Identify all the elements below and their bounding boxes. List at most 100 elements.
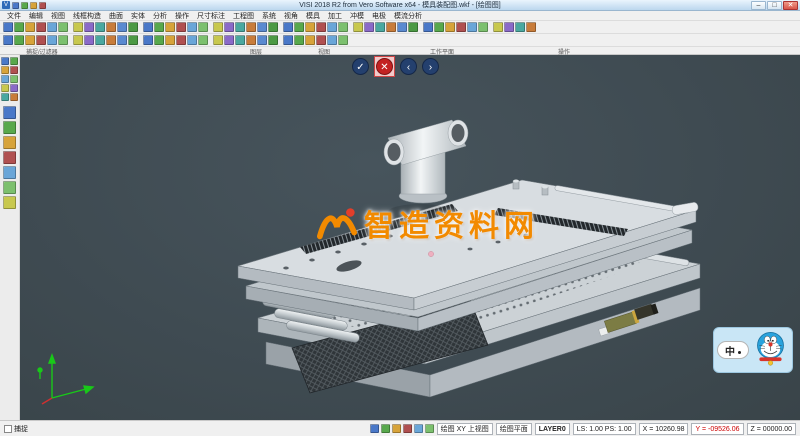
point-snap-icon[interactable] bbox=[381, 424, 390, 433]
menu-item-5[interactable]: 实体 bbox=[127, 11, 149, 21]
menu-item-15[interactable]: 电极 bbox=[368, 11, 390, 21]
move-icon[interactable] bbox=[316, 22, 326, 32]
point-tool-icon[interactable] bbox=[3, 106, 16, 119]
paste-icon[interactable] bbox=[106, 22, 116, 32]
surface-extrude-icon[interactable] bbox=[364, 22, 374, 32]
zoom-window-icon[interactable] bbox=[10, 57, 18, 65]
prev-button[interactable]: ‹ bbox=[400, 58, 417, 75]
polar-icon[interactable] bbox=[403, 424, 412, 433]
menu-item-10[interactable]: 系统 bbox=[258, 11, 280, 21]
view-right-icon[interactable] bbox=[95, 35, 105, 45]
arc-icon[interactable] bbox=[176, 22, 186, 32]
surface-sweep-icon[interactable] bbox=[386, 22, 396, 32]
plot-icon[interactable] bbox=[47, 22, 57, 32]
solid-tool-icon[interactable] bbox=[3, 181, 16, 194]
wireframe-icon[interactable] bbox=[128, 35, 138, 45]
solid-box-icon[interactable] bbox=[408, 22, 418, 32]
circle-tool-icon[interactable] bbox=[3, 136, 16, 149]
center-snap-icon[interactable] bbox=[268, 35, 278, 45]
draft-icon[interactable] bbox=[478, 22, 488, 32]
active-view-field[interactable]: 绘图 XY 上视图 bbox=[437, 423, 493, 435]
zoom-window-icon[interactable] bbox=[25, 35, 35, 45]
maximize-button[interactable]: □ bbox=[767, 1, 782, 10]
measure-tool-icon[interactable] bbox=[3, 196, 16, 209]
redo-icon[interactable] bbox=[30, 2, 37, 9]
select-all-icon[interactable] bbox=[128, 22, 138, 32]
filter-edges-icon[interactable] bbox=[305, 35, 315, 45]
hide-icon[interactable] bbox=[10, 93, 18, 101]
offset-icon[interactable] bbox=[246, 22, 256, 32]
line-tool-icon[interactable] bbox=[3, 121, 16, 134]
trim-icon[interactable] bbox=[283, 22, 293, 32]
previous-view-icon[interactable] bbox=[10, 75, 18, 83]
pan-icon[interactable] bbox=[10, 66, 18, 74]
next-button[interactable]: › bbox=[422, 58, 439, 75]
zoom-fit-icon[interactable] bbox=[1, 66, 9, 74]
workplane-yz-icon[interactable] bbox=[213, 35, 223, 45]
circle-icon[interactable] bbox=[187, 22, 197, 32]
hidden-line-icon[interactable] bbox=[143, 35, 153, 45]
print-icon[interactable] bbox=[36, 22, 46, 32]
print-icon[interactable] bbox=[39, 2, 46, 9]
layer-icon[interactable] bbox=[425, 424, 434, 433]
curve-tool-icon[interactable] bbox=[3, 151, 16, 164]
view-top-icon[interactable] bbox=[73, 35, 83, 45]
copy-icon[interactable] bbox=[95, 22, 105, 32]
file-open-icon[interactable] bbox=[14, 22, 24, 32]
filter-faces-icon[interactable] bbox=[294, 35, 304, 45]
save-icon[interactable] bbox=[12, 2, 19, 9]
workplane-3pt-icon[interactable] bbox=[224, 35, 234, 45]
select-icon[interactable] bbox=[1, 57, 9, 65]
point-snap-icon[interactable] bbox=[246, 35, 256, 45]
delete-icon[interactable] bbox=[117, 22, 127, 32]
workplane-xz-icon[interactable] bbox=[198, 35, 208, 45]
menu-item-6[interactable]: 分析 bbox=[149, 11, 171, 21]
zoom-out-icon[interactable] bbox=[14, 35, 24, 45]
menu-item-4[interactable]: 曲面 bbox=[105, 11, 127, 21]
mirror-icon[interactable] bbox=[305, 22, 315, 32]
view-front-icon[interactable] bbox=[84, 35, 94, 45]
menu-item-9[interactable]: 工程图 bbox=[229, 11, 258, 21]
pan-icon[interactable] bbox=[47, 35, 57, 45]
file-new-icon[interactable] bbox=[3, 22, 13, 32]
point-icon[interactable] bbox=[143, 22, 153, 32]
workplane-xy-icon[interactable] bbox=[187, 35, 197, 45]
close-button[interactable]: ✕ bbox=[783, 1, 798, 10]
surface-tool-icon[interactable] bbox=[3, 166, 16, 179]
boolean-subtract-icon[interactable] bbox=[445, 22, 455, 32]
surface-loft-icon[interactable] bbox=[397, 22, 407, 32]
file-save-icon[interactable] bbox=[25, 22, 35, 32]
confirm-ok-button[interactable]: ✓ bbox=[352, 58, 369, 75]
grid-snap-icon[interactable] bbox=[235, 35, 245, 45]
menu-item-11[interactable]: 视角 bbox=[280, 11, 302, 21]
fillet-icon[interactable] bbox=[257, 22, 267, 32]
boolean-intersect-icon[interactable] bbox=[456, 22, 466, 32]
line-icon[interactable] bbox=[154, 22, 164, 32]
scale-icon[interactable] bbox=[338, 22, 348, 32]
layer-manager-icon[interactable] bbox=[176, 35, 186, 45]
workplane-field[interactable]: 绘图平面 bbox=[496, 423, 532, 435]
rotate-view-icon[interactable] bbox=[1, 75, 9, 83]
selection-mask-icon[interactable] bbox=[327, 35, 337, 45]
measure-icon[interactable] bbox=[515, 22, 525, 32]
filter-solids-icon[interactable] bbox=[316, 35, 326, 45]
menu-item-2[interactable]: 视图 bbox=[47, 11, 69, 21]
redo-icon[interactable] bbox=[73, 22, 83, 32]
extend-icon[interactable] bbox=[294, 22, 304, 32]
menu-item-3[interactable]: 线框构造 bbox=[69, 11, 105, 21]
orbit-icon[interactable] bbox=[58, 35, 68, 45]
3d-viewport[interactable]: ✓ ✕ ‹ › 智造资料网 中 bbox=[20, 55, 800, 420]
hole-wizard-icon[interactable] bbox=[493, 22, 503, 32]
shaded-icon[interactable] bbox=[117, 35, 127, 45]
minimize-button[interactable]: – bbox=[751, 1, 766, 10]
chamfer-icon[interactable] bbox=[268, 22, 278, 32]
snap-checkbox[interactable] bbox=[4, 425, 12, 433]
solid-cylinder-icon[interactable] bbox=[423, 22, 433, 32]
menu-item-13[interactable]: 加工 bbox=[324, 11, 346, 21]
dimension-icon[interactable] bbox=[526, 22, 536, 32]
track-icon[interactable] bbox=[414, 424, 423, 433]
array-icon[interactable] bbox=[353, 22, 363, 32]
menu-item-16[interactable]: 模流分析 bbox=[390, 11, 426, 21]
boolean-union-icon[interactable] bbox=[434, 22, 444, 32]
intersection-snap-icon[interactable] bbox=[283, 35, 293, 45]
